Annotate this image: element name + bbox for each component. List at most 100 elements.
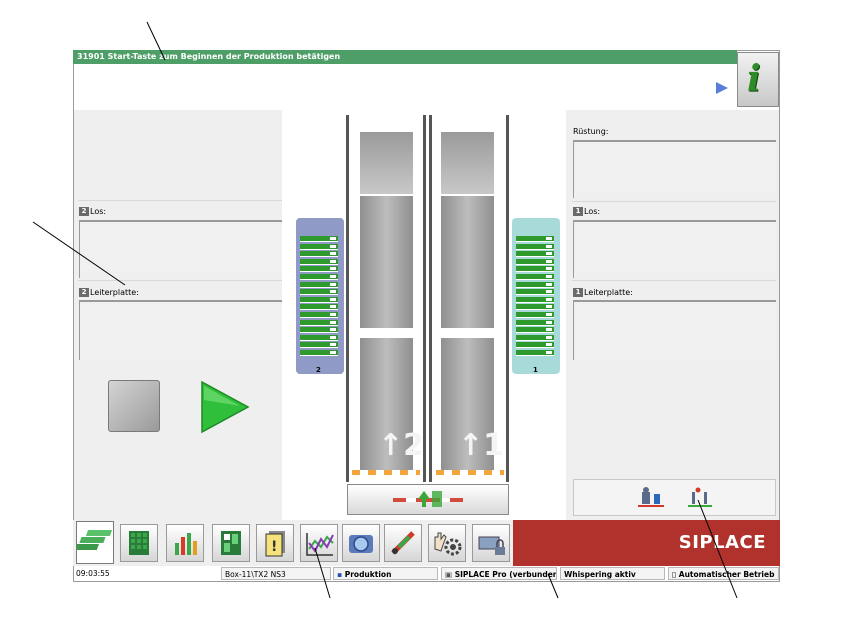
feeder-slot <box>516 350 554 356</box>
conveyor-rail <box>429 115 432 482</box>
info-button[interactable]: i <box>737 52 779 107</box>
track-up-icon: 2 <box>79 207 89 216</box>
stack-icon <box>72 530 113 550</box>
feeder-slot <box>300 289 338 296</box>
tab-statistics[interactable] <box>166 524 204 562</box>
feeder-slot <box>516 236 554 242</box>
transfer-button[interactable] <box>347 484 509 515</box>
feeder-slot <box>300 274 338 280</box>
conveyor-rail <box>346 115 349 482</box>
trend-chart-icon <box>306 533 334 556</box>
left-los-label: 2 Los: <box>79 207 106 217</box>
status-connection[interactable]: ▣ SIPLACE Pro (verbunden) <box>441 567 557 580</box>
tab-layout[interactable] <box>212 524 250 562</box>
tab-settings[interactable] <box>428 524 466 562</box>
feeder-slot <box>516 281 554 288</box>
conveyor-segment <box>360 132 413 194</box>
feeder-slot <box>300 327 338 334</box>
tab-vision[interactable] <box>342 524 380 562</box>
station-icons-box <box>573 479 776 516</box>
tool-icon <box>391 531 415 555</box>
transfer-icon <box>393 491 463 507</box>
feeder-slot <box>516 327 554 334</box>
camera-icon <box>349 535 373 553</box>
right-leiterplatte-field <box>573 300 776 360</box>
conveyor-stripe <box>352 470 420 475</box>
conveyor-segment <box>360 196 413 328</box>
left-leiterplatte-label: 2 Leiterplatte: <box>79 288 139 298</box>
left-leiterplatte-field <box>79 300 282 360</box>
info-icon: i <box>747 58 761 100</box>
feeder-slot <box>300 312 338 318</box>
feeder-slot <box>516 296 554 303</box>
left-los-field <box>79 220 282 278</box>
feeder-slot <box>516 266 554 273</box>
track-1-arrow: ↑1 <box>458 428 505 463</box>
feeder-slot <box>300 350 338 356</box>
layout-icon <box>221 531 241 555</box>
svg-text:!: ! <box>271 539 277 555</box>
bar-chart-icon <box>175 533 197 555</box>
divider <box>572 201 776 202</box>
feeder-number: 2 <box>316 366 321 374</box>
connection-icon: ▣ <box>445 570 453 579</box>
divider <box>78 200 282 201</box>
tab-network[interactable] <box>472 524 510 562</box>
user-icon: ▪ <box>337 570 343 579</box>
feeder-slot <box>516 258 554 265</box>
status-operation: ▯ Automatischer Betrieb <box>668 567 779 580</box>
feeder-slot <box>300 319 338 326</box>
divider <box>572 280 776 281</box>
feeder-slot <box>516 274 554 280</box>
feeder-slot <box>516 342 554 349</box>
tab-messages[interactable]: ! <box>256 524 294 562</box>
message-bar: 31901 Start-Taste zum Beginnen der Produ… <box>73 50 737 64</box>
arrow-up-icon: ↑ <box>458 428 484 463</box>
tab-maintenance[interactable] <box>384 524 422 562</box>
divider <box>78 280 282 281</box>
feeder-slot <box>300 258 338 265</box>
feeder-slot <box>300 304 338 311</box>
conveyor-segment <box>441 196 494 328</box>
feeder-track-1[interactable] <box>512 218 560 374</box>
station-green-icon[interactable] <box>688 487 712 508</box>
feeder-track-2[interactable] <box>296 218 344 374</box>
station-red-icon[interactable] <box>638 487 664 507</box>
right-los-label: 1 Los: <box>573 207 600 217</box>
track-up-icon: 1 <box>573 288 583 297</box>
feeder-slot <box>516 289 554 296</box>
status-mode: ▪ Produktion <box>333 567 438 580</box>
status-whispering: Whispering aktiv <box>560 567 665 580</box>
feeder-slot <box>300 334 338 341</box>
feeder-slot <box>300 251 338 258</box>
info-small-icon: ▯ <box>672 570 677 579</box>
feeder-number: 1 <box>533 366 538 374</box>
feeder-slot <box>300 296 338 303</box>
right-leiterplatte-label: 1 Leiterplatte: <box>573 288 633 298</box>
stop-button[interactable] <box>108 380 160 432</box>
start-button[interactable] <box>200 380 250 434</box>
ruestung-field <box>573 140 776 198</box>
feeder-slot <box>516 312 554 318</box>
feeder-slot <box>300 243 338 250</box>
lock-network-icon <box>478 536 505 555</box>
status-station: Box-11\TX2 NS3 <box>221 567 331 580</box>
feeder-slot <box>516 334 554 341</box>
feeder-slot <box>300 266 338 273</box>
track-up-icon: 1 <box>573 207 583 216</box>
warning-doc-icon: ! <box>265 531 285 557</box>
conveyor-segment <box>441 132 494 194</box>
conveyor-stripe <box>436 470 504 475</box>
conveyor-rail <box>423 115 426 482</box>
track-up-icon: 2 <box>79 288 89 297</box>
feeder-slot <box>300 236 338 242</box>
conveyor-rail <box>506 115 509 482</box>
tab-trend[interactable] <box>300 524 338 562</box>
feeder-slot <box>516 243 554 250</box>
status-time: 09:03:55 <box>76 569 110 578</box>
tab-overview[interactable] <box>72 521 114 564</box>
siplace-brand: SIPLACE <box>513 520 780 566</box>
tab-feeders[interactable] <box>120 524 158 562</box>
feeder-slot <box>516 251 554 258</box>
feeder-slot <box>300 281 338 288</box>
